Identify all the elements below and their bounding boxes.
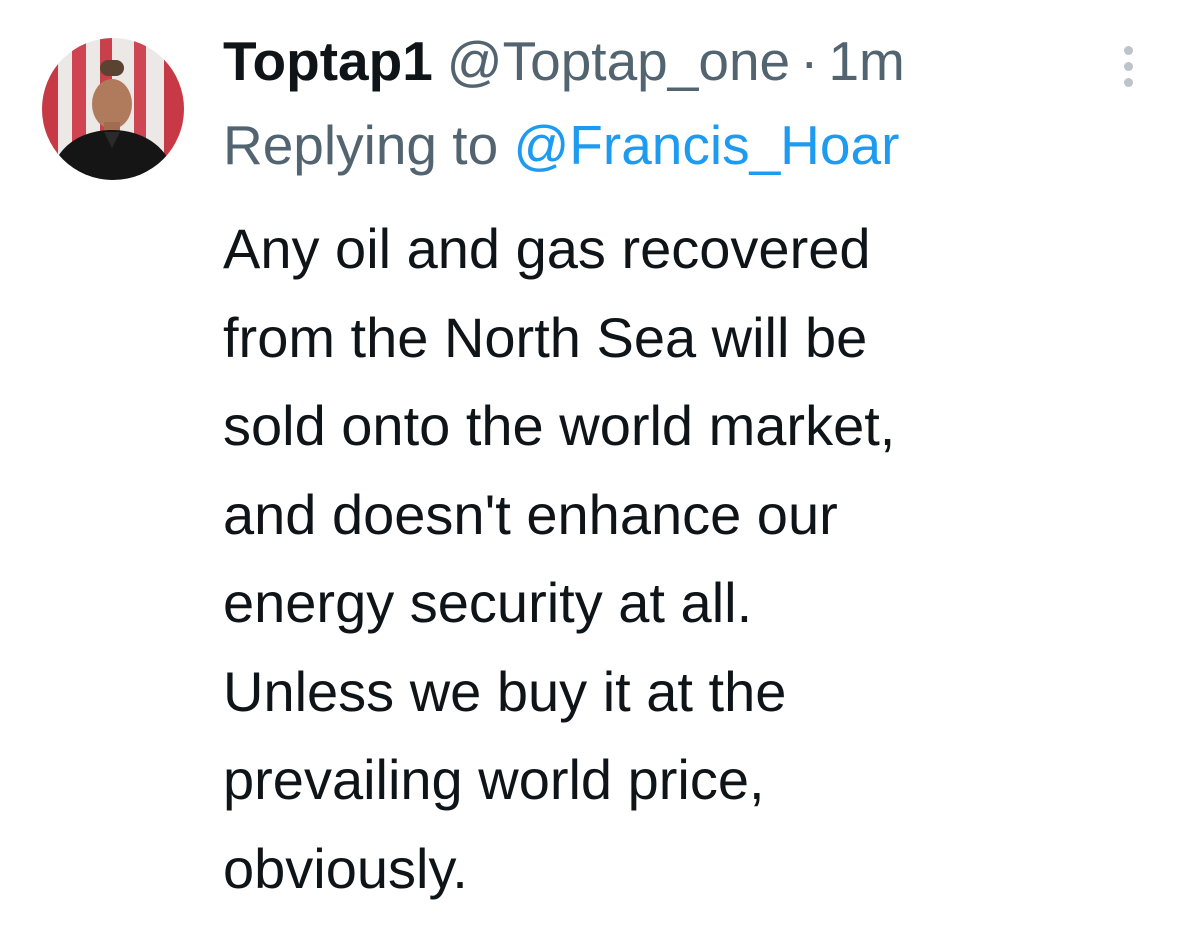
tweet-text-line: Unless we buy it at the (223, 659, 787, 723)
tweet-text-line: from the North Sea will be (223, 305, 868, 369)
vertical-ellipsis-icon (1123, 61, 1133, 71)
tweet-text-line: energy security at all. (223, 571, 753, 634)
tweet-header: Toptap1 @Toptap_one · 1m (223, 28, 905, 94)
vertical-ellipsis-icon (1123, 77, 1133, 87)
tweet: Toptap1 @Toptap_one · 1m Replying to @Fr… (0, 0, 1200, 940)
tweet-text-line: sold onto the world market, (223, 394, 896, 457)
mention-link[interactable]: @Francis_Hoar (513, 114, 899, 176)
more-options-button[interactable] (1108, 40, 1148, 92)
vertical-ellipsis-icon (1123, 45, 1133, 55)
author-handle[interactable]: @Toptap_one (447, 28, 790, 94)
author-display-name[interactable]: Toptap1 (223, 28, 433, 94)
separator-dot: · (800, 30, 819, 92)
tweet-text-line: Any oil and gas recovered (223, 217, 871, 280)
tweet-text-line: and doesn't enhance our (223, 482, 838, 546)
tweet-text-line: obviously. (223, 836, 468, 900)
tweet-text-line: prevailing world price, (223, 748, 765, 811)
avatar[interactable] (42, 38, 184, 180)
timestamp[interactable]: 1m (828, 28, 904, 94)
tweet-text: Any oil and gas recovered from the North… (223, 205, 1173, 913)
replying-to: Replying to @Francis_Hoar (223, 112, 899, 178)
profile-photo (42, 38, 184, 180)
replying-to-label: Replying to (223, 114, 514, 176)
